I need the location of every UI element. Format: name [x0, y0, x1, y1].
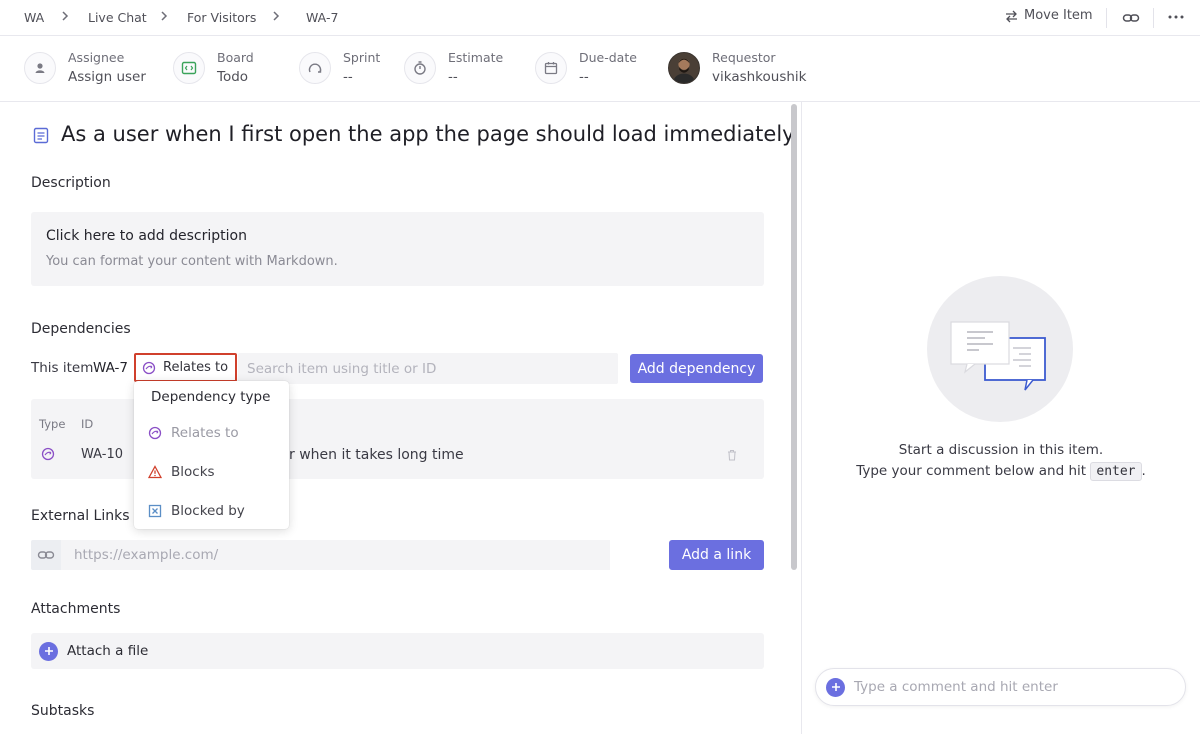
description-heading: Description [31, 175, 111, 191]
dependencies-heading: Dependencies [31, 321, 131, 337]
discussion-hint-suffix: . [1141, 463, 1146, 479]
discussion-empty-line1: Start a discussion in this item. [898, 442, 1104, 458]
discussion-panel: Start a discussion in this item. Type yo… [802, 102, 1200, 734]
blocked-square-icon [148, 504, 162, 518]
move-item-label: Move Item [1024, 8, 1093, 23]
sprint-value: -- [343, 69, 353, 85]
board-label: Board [217, 50, 254, 65]
chevron-right-icon [273, 11, 280, 21]
discussion-empty-line2: Type your comment below and hit enter. [802, 462, 1200, 481]
relates-to-icon [142, 361, 156, 374]
board-icon [173, 52, 205, 84]
plus-icon [39, 641, 58, 661]
this-item-id: WA-7 [93, 360, 129, 376]
relates-to-icon [41, 447, 55, 461]
more-options-icon[interactable] [1168, 14, 1184, 20]
dependency-row-title[interactable]: r when it takes long time [289, 447, 464, 463]
estimate-value: -- [448, 69, 458, 85]
stopwatch-icon [404, 52, 436, 84]
dependency-type-selector[interactable]: Relates to [134, 353, 237, 382]
requestor-value: vikashkoushik [712, 69, 807, 85]
option-relates-to[interactable]: Relates to [148, 425, 239, 441]
link-icon[interactable] [1122, 10, 1140, 26]
requestor-field[interactable]: Requestor vikashkoushik [668, 48, 818, 88]
avatar [668, 52, 700, 84]
breadcrumb-workspace[interactable]: WA [24, 10, 44, 25]
divider [1153, 8, 1154, 28]
dependency-search-input[interactable]: Search item using title or ID [238, 353, 618, 384]
item-title[interactable]: As a user when I first open the app the … [61, 122, 795, 146]
calendar-icon [535, 52, 567, 84]
assignee-value: Assign user [68, 69, 146, 85]
breadcrumb-board[interactable]: For Visitors [187, 10, 256, 25]
breadcrumb-item-id: WA-7 [306, 10, 339, 25]
type-column-header: Type [39, 417, 66, 431]
external-links-heading: External Links [31, 508, 130, 524]
attachments-heading: Attachments [31, 601, 121, 617]
subtasks-heading: Subtasks [31, 703, 95, 719]
item-meta-bar: Assignee Assign user Board Todo Sprint -… [0, 36, 1200, 102]
sprint-field[interactable]: Sprint -- [299, 48, 399, 88]
dependency-row-id[interactable]: WA-10 [81, 447, 123, 462]
user-icon [24, 52, 56, 84]
empty-discussion-illustration [927, 276, 1073, 422]
external-link-input[interactable]: https://example.com/ [61, 540, 610, 570]
option-label: Relates to [171, 425, 239, 441]
external-link-placeholder: https://example.com/ [74, 547, 219, 563]
chat-bubbles-icon [950, 321, 1046, 391]
divider [1106, 8, 1107, 28]
this-item-prefix: This item [31, 360, 94, 376]
relates-to-icon [148, 426, 162, 440]
add-dependency-button[interactable]: Add dependency [630, 354, 763, 383]
discussion-hint-prefix: Type your comment below and hit [856, 463, 1087, 479]
due-date-label: Due-date [579, 50, 637, 65]
comment-input[interactable]: Type a comment and hit enter [815, 668, 1186, 706]
option-label: Blocked by [171, 503, 245, 519]
attach-file-button[interactable]: Attach a file [31, 633, 764, 669]
board-field[interactable]: Board Todo [173, 48, 283, 88]
due-date-field[interactable]: Due-date -- [535, 48, 655, 88]
item-detail-panel: As a user when I first open the app the … [0, 102, 800, 734]
requestor-label: Requestor [712, 50, 776, 65]
chevron-right-icon [161, 11, 168, 21]
option-blocked-by[interactable]: Blocked by [148, 503, 245, 519]
add-link-button[interactable]: Add a link [669, 540, 764, 570]
attach-file-label: Attach a file [67, 643, 149, 659]
option-blocks[interactable]: Blocks [148, 464, 215, 480]
dependency-type-label: Relates to [163, 360, 229, 375]
add-attachment-icon[interactable] [826, 677, 845, 697]
move-item-button[interactable]: Move Item [1004, 8, 1093, 23]
board-value: Todo [217, 69, 249, 85]
dependency-search-placeholder: Search item using title or ID [247, 361, 437, 377]
warning-triangle-icon [148, 465, 162, 479]
swap-arrows-icon [1006, 10, 1017, 22]
dependency-type-dropdown: Dependency type Relates to Blocks Blocke… [134, 381, 289, 529]
estimate-label: Estimate [448, 50, 504, 65]
dropdown-heading: Dependency type [151, 389, 271, 405]
option-label: Blocks [171, 464, 215, 480]
scrollbar[interactable] [791, 104, 797, 570]
trash-icon[interactable] [727, 449, 737, 461]
comment-placeholder: Type a comment and hit enter [854, 679, 1058, 695]
sprint-icon [299, 52, 331, 84]
description-editor[interactable]: Click here to add description You can fo… [31, 212, 764, 286]
description-placeholder-title: Click here to add description [46, 228, 247, 244]
description-placeholder-hint: You can format your content with Markdow… [46, 254, 338, 269]
breadcrumb-project[interactable]: Live Chat [88, 10, 147, 25]
top-bar: WA Live Chat For Visitors WA-7 Move Item [0, 0, 1200, 36]
due-date-value: -- [579, 69, 589, 85]
sprint-label: Sprint [343, 50, 381, 65]
assignee-label: Assignee [68, 50, 125, 65]
chevron-right-icon [62, 11, 69, 21]
estimate-field[interactable]: Estimate -- [404, 48, 524, 88]
enter-key-hint: enter [1090, 462, 1142, 481]
assignee-field[interactable]: Assignee Assign user [24, 48, 154, 88]
id-column-header: ID [81, 417, 94, 431]
document-icon [33, 127, 49, 144]
link-icon [31, 540, 61, 570]
